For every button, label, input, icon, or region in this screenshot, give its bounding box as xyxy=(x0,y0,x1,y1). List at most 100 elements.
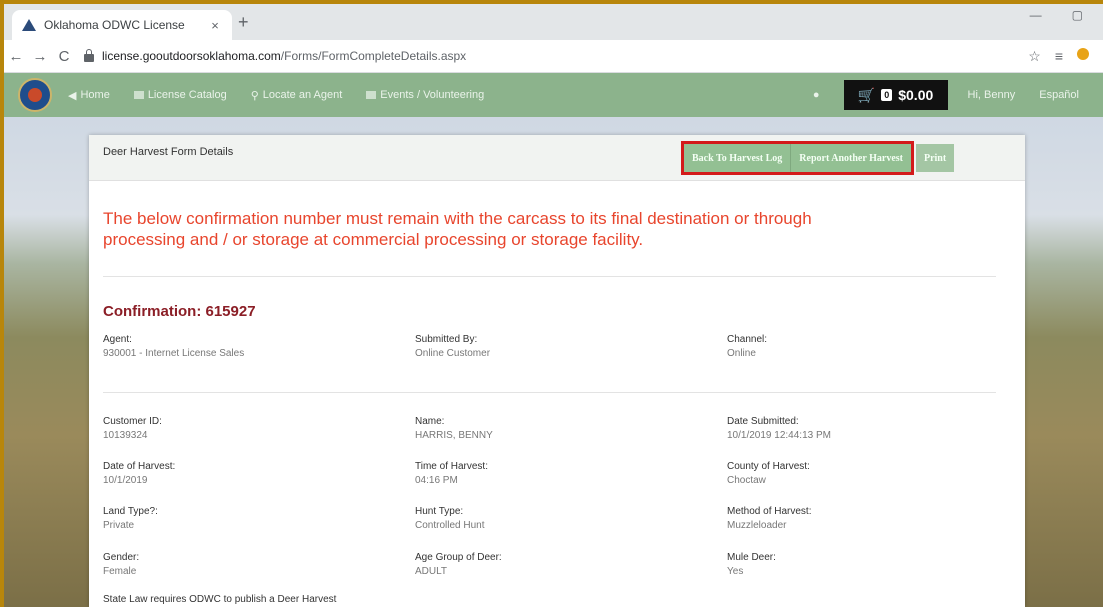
gender-field: Gender: Female xyxy=(103,551,139,579)
confirmation-number: Confirmation: 615927 xyxy=(103,303,256,320)
window-controls: — ▢ xyxy=(1030,8,1103,22)
age-group-field: Age Group of Deer: ADULT xyxy=(415,551,502,579)
date-of-harvest-label: Date of Harvest: xyxy=(103,461,176,472)
hunt-type-label: Hunt Type: xyxy=(415,506,464,517)
agent-value: 930001 - Internet License Sales xyxy=(103,348,245,359)
odwc-favicon-icon xyxy=(22,19,36,31)
back-arrow-icon[interactable]: ← xyxy=(4,48,28,65)
back-to-harvest-log-button[interactable]: Back To Harvest Log xyxy=(684,144,791,172)
nav-catalog-label: License Catalog xyxy=(147,89,227,101)
nav-home-label: Home xyxy=(80,89,110,101)
mule-deer-field: Mule Deer: Yes xyxy=(727,551,776,579)
hunt-type-field: Hunt Type: Controlled Hunt xyxy=(415,505,484,533)
browser-toolbar: ← → C license.gooutdoorsoklahoma.com /Fo… xyxy=(4,40,1103,73)
nav-home[interactable]: ◀ Home xyxy=(68,89,110,102)
mule-deer-value: Yes xyxy=(727,566,744,577)
gender-value: Female xyxy=(103,566,137,577)
submitted-by-field: Submitted By: Online Customer xyxy=(415,333,490,361)
nav-events[interactable]: Events / Volunteering xyxy=(366,89,484,101)
cart-count-badge: 0 xyxy=(881,89,893,101)
method-of-harvest-value: Muzzleloader xyxy=(727,520,787,531)
county-of-harvest-field: County of Harvest: Choctaw xyxy=(727,460,810,488)
site-navbar: ◀ Home License Catalog ⚲ Locate an Agent… xyxy=(4,73,1103,117)
submitted-by-value: Online Customer xyxy=(415,348,491,359)
date-submitted-value: 10/1/2019 12:44:13 PM xyxy=(727,430,831,441)
user-menu[interactable]: Hi, Benny xyxy=(968,89,1016,101)
tab-strip: Oklahoma ODWC License × + — ▢ xyxy=(4,4,1103,40)
county-of-harvest-label: County of Harvest: xyxy=(727,461,810,472)
card-title: Deer Harvest Form Details xyxy=(103,146,234,158)
age-group-value: ADULT xyxy=(415,566,448,577)
extension-menu-icon[interactable]: ≡ xyxy=(1055,48,1063,65)
mule-deer-label: Mule Deer: xyxy=(727,552,776,563)
catalog-icon xyxy=(133,91,144,99)
divider xyxy=(103,392,996,393)
channel-label: Channel: xyxy=(727,334,768,345)
tab-close-icon[interactable]: × xyxy=(206,18,224,33)
customer-id-label: Customer ID: xyxy=(103,416,162,427)
county-of-harvest-value: Choctaw xyxy=(727,475,766,486)
agent-field: Agent: 930001 - Internet License Sales xyxy=(103,333,244,361)
harvest-details-card: Deer Harvest Form Details Back To Harves… xyxy=(89,135,1025,607)
new-tab-button[interactable]: + xyxy=(238,12,249,33)
url-host: license.gooutdoorsoklahoma.com xyxy=(102,49,281,63)
name-field: Name: HARRIS, BENNY xyxy=(415,415,493,443)
name-label: Name: xyxy=(415,416,445,427)
date-submitted-field: Date Submitted: 10/1/2019 12:44:13 PM xyxy=(727,415,831,443)
submitted-by-label: Submitted By: xyxy=(415,334,478,345)
lock-icon xyxy=(84,49,94,62)
url-path: /Forms/FormCompleteDetails.aspx xyxy=(280,49,467,63)
calendar-icon xyxy=(366,91,377,99)
browser-tab[interactable]: Oklahoma ODWC License × xyxy=(12,10,232,40)
land-type-label: Land Type?: xyxy=(103,506,158,517)
date-of-harvest-field: Date of Harvest: 10/1/2019 xyxy=(103,460,175,488)
land-type-value: Private xyxy=(103,520,135,531)
notification-icon[interactable]: ● xyxy=(813,89,820,101)
method-of-harvest-label: Method of Harvest: xyxy=(727,506,812,517)
land-type-field: Land Type?: Private xyxy=(103,505,158,533)
divider xyxy=(103,276,996,277)
bookmark-star-icon[interactable]: ☆ xyxy=(1028,48,1041,65)
address-bar[interactable]: license.gooutdoorsoklahoma.com /Forms/Fo… xyxy=(84,45,1028,67)
toolbar-actions: ☆ ≡ xyxy=(1028,47,1103,65)
print-button[interactable]: Print xyxy=(915,144,955,172)
time-of-harvest-field: Time of Harvest: 04:16 PM xyxy=(415,460,488,488)
minimize-icon[interactable]: — xyxy=(1030,8,1042,22)
tab-title: Oklahoma ODWC License xyxy=(44,18,185,32)
nav-license-catalog[interactable]: License Catalog xyxy=(133,89,227,101)
header-button-group: Back To Harvest Log Report Another Harve… xyxy=(681,140,955,176)
channel-value: Online xyxy=(727,348,756,359)
odwc-logo[interactable] xyxy=(18,78,52,112)
time-of-harvest-value: 04:16 PM xyxy=(415,475,458,486)
cart-total: $0.00 xyxy=(898,87,934,103)
cart-icon: 🛒 xyxy=(857,86,876,103)
time-of-harvest-label: Time of Harvest: xyxy=(415,461,488,472)
confirmation-warning: The below confirmation number must remai… xyxy=(103,209,812,249)
gender-label: Gender: xyxy=(103,552,140,563)
date-submitted-label: Date Submitted: xyxy=(727,416,799,427)
language-toggle[interactable]: Español xyxy=(1039,89,1079,101)
extension-icon[interactable] xyxy=(1077,47,1089,60)
nav-events-label: Events / Volunteering xyxy=(380,89,485,101)
highlighted-buttons: Back To Harvest Log Report Another Harve… xyxy=(681,141,914,175)
agent-label: Agent: xyxy=(103,334,132,345)
nav-locate-agent[interactable]: ⚲ Locate an Agent xyxy=(251,89,343,102)
date-of-harvest-value: 10/1/2019 xyxy=(103,475,148,486)
home-icon: ◀ xyxy=(68,89,77,102)
customer-id-field: Customer ID: 10139324 xyxy=(103,415,162,443)
nav-agent-label: Locate an Agent xyxy=(262,89,343,101)
state-law-note: State Law requires ODWC to publish a Dee… xyxy=(103,594,337,605)
card-header: Deer Harvest Form Details Back To Harves… xyxy=(89,135,1025,181)
hunt-type-value: Controlled Hunt xyxy=(415,520,485,531)
cart-button[interactable]: 🛒 0 $0.00 xyxy=(843,80,948,110)
method-of-harvest-field: Method of Harvest: Muzzleloader xyxy=(727,505,811,533)
restore-icon[interactable]: ▢ xyxy=(1072,8,1083,22)
map-pin-icon: ⚲ xyxy=(250,89,259,102)
browser-window: Oklahoma ODWC License × + — ▢ ← → C lice… xyxy=(4,4,1103,607)
channel-field: Channel: Online xyxy=(727,333,767,361)
forward-arrow-icon[interactable]: → xyxy=(28,48,52,65)
name-value: HARRIS, BENNY xyxy=(415,430,493,441)
report-another-harvest-button[interactable]: Report Another Harvest xyxy=(790,144,911,172)
reload-icon[interactable]: C xyxy=(52,48,76,65)
age-group-label: Age Group of Deer: xyxy=(415,552,502,563)
